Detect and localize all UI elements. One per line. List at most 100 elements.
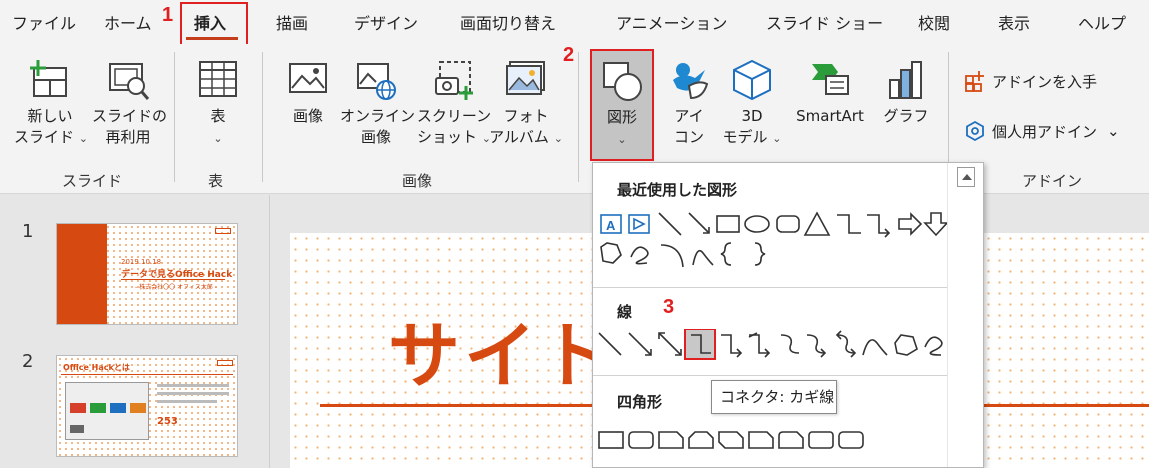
tab-slideshow[interactable]: スライド ショー xyxy=(766,10,883,34)
chevron-down-icon: ⌄ xyxy=(1107,122,1120,140)
tab-draw[interactable]: 描画 xyxy=(276,10,308,34)
scroll-up-arrow-icon[interactable] xyxy=(957,167,975,187)
picture-icon xyxy=(289,63,327,93)
tab-animations[interactable]: アニメーション xyxy=(616,10,727,34)
thumb1-date: 2019.10.18 xyxy=(121,258,162,266)
screenshot-label-2: ショット xyxy=(416,128,477,146)
3d-models-button[interactable]: 3D モデル ⌄ xyxy=(718,58,786,149)
chart-button[interactable]: グラフ xyxy=(878,58,934,127)
online-pictures-label-2: 画像 xyxy=(360,128,391,146)
3d-models-label-1: 3D xyxy=(741,107,763,125)
new-slide-label-2: スライド xyxy=(14,128,75,146)
rectangle-shapes-row[interactable] xyxy=(597,429,949,451)
chart-icon xyxy=(889,61,922,99)
table-button[interactable]: 表 ⌄ xyxy=(190,58,246,149)
icons-button[interactable]: アイ コン xyxy=(664,58,714,148)
store-icon xyxy=(965,71,984,92)
reuse-slides-button[interactable]: スライドの 再利用 xyxy=(92,58,168,148)
chart-label: グラフ xyxy=(883,107,929,125)
recent-shapes-heading: 最近使用した図形 xyxy=(617,181,738,199)
slide-title-text[interactable]: サイト xyxy=(388,297,616,402)
lines-shapes-row[interactable] xyxy=(597,329,949,361)
get-addins-button[interactable]: アドインを入手 xyxy=(964,70,1097,92)
slide-number-1: 1 xyxy=(22,221,34,242)
dropdown-scrollbar[interactable] xyxy=(947,163,983,467)
reuse-slides-label-2: 再利用 xyxy=(105,128,151,146)
chevron-down-icon: ⌄ xyxy=(617,133,627,146)
reuse-slides-icon xyxy=(109,63,150,100)
insert-tab-highlight xyxy=(180,2,248,46)
reuse-slides-label-1: スライドの xyxy=(92,107,168,125)
slide-thumbnail-1[interactable]: 2019.10.18 データで見るOffice Hack - 株式会社〇〇 オフ… xyxy=(56,223,238,325)
divider xyxy=(593,375,948,376)
step-3-label: 3 xyxy=(663,296,675,318)
thumb2-screenshot xyxy=(65,382,149,440)
smartart-icon xyxy=(812,64,849,95)
thumb2-rule xyxy=(61,374,233,375)
rectangles-heading: 四角形 xyxy=(617,393,663,411)
screenshot-icon xyxy=(435,61,473,100)
ribbon-separator xyxy=(262,52,263,182)
chevron-down-icon: ⌄ xyxy=(553,132,563,145)
shapes-label: 図形 xyxy=(606,108,637,126)
thumb-accent-bar xyxy=(57,224,107,324)
chevron-down-icon: ⌄ xyxy=(213,132,223,145)
my-addins-button[interactable]: 個人用アドイン ⌄ xyxy=(964,120,1120,142)
ribbon-separator xyxy=(174,52,175,182)
chevron-down-icon: ⌄ xyxy=(78,132,89,145)
photo-album-button[interactable]: フォト アルバム ⌄ xyxy=(486,58,566,149)
shapes-button[interactable]: 図形 ⌄ xyxy=(590,49,654,161)
table-icon xyxy=(199,61,237,97)
picture-button[interactable]: 画像 xyxy=(280,58,336,127)
group-label-tables: 表 xyxy=(208,172,224,190)
icons-label-1: アイ xyxy=(674,107,704,125)
thumb-badge xyxy=(215,228,231,234)
smartart-label: SmartArt xyxy=(796,107,864,125)
online-pictures-icon xyxy=(357,63,396,100)
tab-home[interactable]: ホーム xyxy=(104,10,152,34)
slide-thumbnail-pane: 1 2019.10.18 データで見るOffice Hack - 株式会社〇〇 … xyxy=(0,195,270,468)
tab-help[interactable]: ヘルプ xyxy=(1078,10,1126,34)
tab-transitions[interactable]: 画面切り替え xyxy=(460,10,556,34)
recent-shapes-grid[interactable]: A xyxy=(597,209,949,271)
thumb1-rule xyxy=(121,279,225,280)
new-slide-label-1: 新しい xyxy=(27,107,73,125)
slide-thumbnail-2[interactable]: Office Hackとは 253 xyxy=(56,355,238,457)
shapes-gallery-dropdown: 最近使用した図形 A 線 四角形 xyxy=(592,162,984,468)
tab-file[interactable]: ファイル xyxy=(12,10,76,34)
icons-label-2: コン xyxy=(673,128,704,146)
thumb-badge xyxy=(217,360,233,366)
powerpoint-window: ファイル ホーム 挿入 描画 デザイン 画面切り替え アニメーション スライド … xyxy=(0,0,1149,468)
connector-elbow-tooltip: コネクタ: カギ線 xyxy=(711,380,837,414)
tab-view[interactable]: 表示 xyxy=(998,10,1030,34)
group-label-slides: スライド xyxy=(62,172,123,190)
table-label: 表 xyxy=(210,107,226,125)
my-addins-icon xyxy=(966,120,984,142)
slide-number-2: 2 xyxy=(22,351,34,372)
online-pictures-label-1: オンライン xyxy=(340,107,416,125)
screenshot-button[interactable]: スクリーン ショット ⌄ xyxy=(414,58,494,149)
my-addins-label: 個人用アドイン xyxy=(992,122,1098,141)
get-addins-label: アドインを入手 xyxy=(992,72,1098,91)
thumb1-subtitle: - 株式会社〇〇 オフィス太郎 - xyxy=(135,284,217,291)
group-label-images: 画像 xyxy=(402,172,433,190)
3d-models-icon xyxy=(733,59,771,101)
new-slide-button[interactable]: 新しい スライド ⌄ xyxy=(14,58,89,149)
picture-label: 画像 xyxy=(292,107,323,125)
photo-album-icon xyxy=(506,61,545,95)
step-1-label: 1 xyxy=(162,4,174,26)
group-label-addins: アドイン xyxy=(1022,172,1083,190)
svg-text:A: A xyxy=(606,218,616,233)
online-pictures-button[interactable]: オンライン 画像 xyxy=(340,58,416,148)
photo-album-label-1: フォト xyxy=(503,107,549,125)
tab-design[interactable]: デザイン xyxy=(354,10,418,34)
chevron-down-icon: ⌄ xyxy=(772,132,782,145)
tab-review[interactable]: 校閲 xyxy=(918,10,950,34)
thumb2-stat: 253 xyxy=(157,416,178,427)
smartart-button[interactable]: SmartArt xyxy=(788,58,872,127)
new-slide-icon xyxy=(30,60,67,97)
photo-album-label-2: アルバム xyxy=(489,128,549,146)
ribbon-separator xyxy=(578,52,579,182)
3d-models-label-2: モデル xyxy=(722,128,768,146)
divider xyxy=(593,287,948,288)
